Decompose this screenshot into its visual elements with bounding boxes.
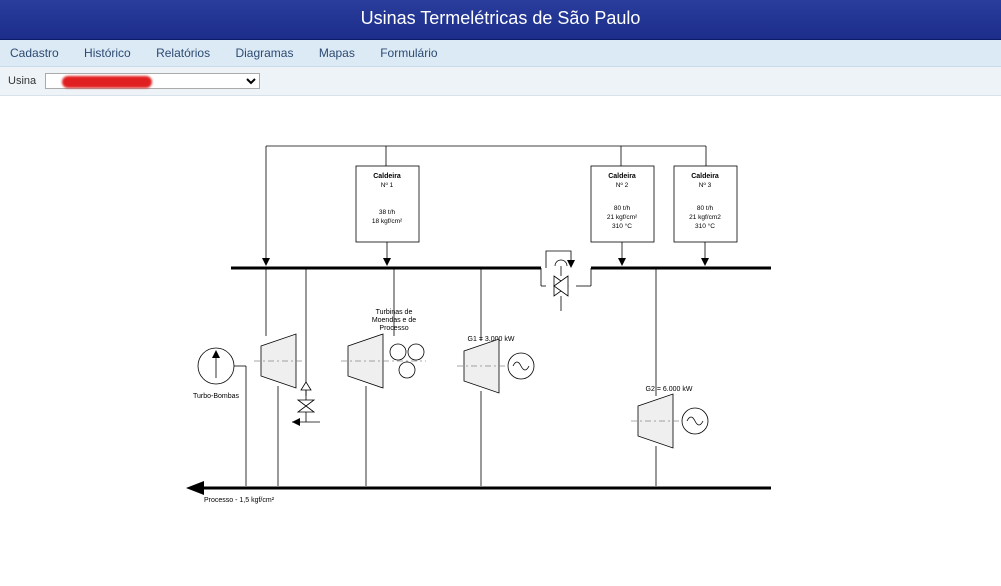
turbine-1-icon (254, 334, 304, 388)
valve-icon (292, 382, 320, 426)
caldeira-2-title: Caldeira (608, 173, 636, 180)
menu-cadastro[interactable]: Cadastro (10, 46, 59, 60)
menu-relatorios[interactable]: Relatórios (156, 46, 210, 60)
menu-formulario[interactable]: Formulário (380, 46, 437, 60)
caldeira-3-l2: 21 kgf/cm2 (689, 214, 721, 221)
menu-mapas[interactable]: Mapas (319, 46, 355, 60)
turbo-bombas-label: Turbo-Bombas (192, 393, 239, 400)
g1-turbine-icon (457, 339, 536, 393)
processo-label: Processo - 1,5 kgf/cm² (204, 497, 275, 504)
redacted-value (62, 76, 152, 88)
caldeira-1-sub: Nº 1 (380, 182, 393, 189)
turbo-bombas-icon (198, 348, 234, 384)
caldeira-2-l2: 21 kgf/cm² (606, 214, 637, 221)
menu-diagramas[interactable]: Diagramas (235, 46, 293, 60)
app-header: Usinas Termelétricas de São Paulo (0, 0, 1001, 40)
turbinas-l3: Processo (379, 325, 408, 332)
caldeira-1-l2: 18 kgf/cm² (371, 218, 402, 225)
turbinas-l1: Turbinas de (375, 309, 412, 316)
turbinas-l2: Moendas e de (371, 317, 415, 324)
diagram-area: Caldeira Nº 1 38 t/h 18 kgf/cm² Caldeira… (0, 96, 1001, 546)
caldeira-3-l1: 80 t/h (696, 205, 713, 212)
g2-label: G2 = 6.000 kW (645, 386, 692, 393)
process-diagram: Caldeira Nº 1 38 t/h 18 kgf/cm² Caldeira… (176, 116, 826, 546)
turbine-2-icon (341, 334, 426, 388)
caldeira-2-l3: 310 °C (612, 222, 632, 230)
caldeira-3-l3: 310 °C (695, 222, 715, 230)
menu-historico[interactable]: Histórico (84, 46, 131, 60)
caldeira-3-title: Caldeira (691, 173, 719, 180)
app-title: Usinas Termelétricas de São Paulo (361, 8, 641, 28)
main-menu: Cadastro Histórico Relatórios Diagramas … (0, 40, 1001, 67)
caldeira-3-sub: Nº 3 (698, 182, 711, 189)
caldeira-2-sub: Nº 2 (615, 182, 628, 189)
g2-turbine-icon (631, 394, 710, 448)
filter-bar: Usina (0, 67, 1001, 96)
usina-label: Usina (8, 75, 36, 87)
pressure-reducing-valve-icon (541, 251, 591, 311)
caldeira-2-l1: 80 t/h (613, 205, 630, 212)
caldeira-1-title: Caldeira (373, 173, 401, 180)
caldeira-1-l1: 38 t/h (378, 209, 395, 216)
